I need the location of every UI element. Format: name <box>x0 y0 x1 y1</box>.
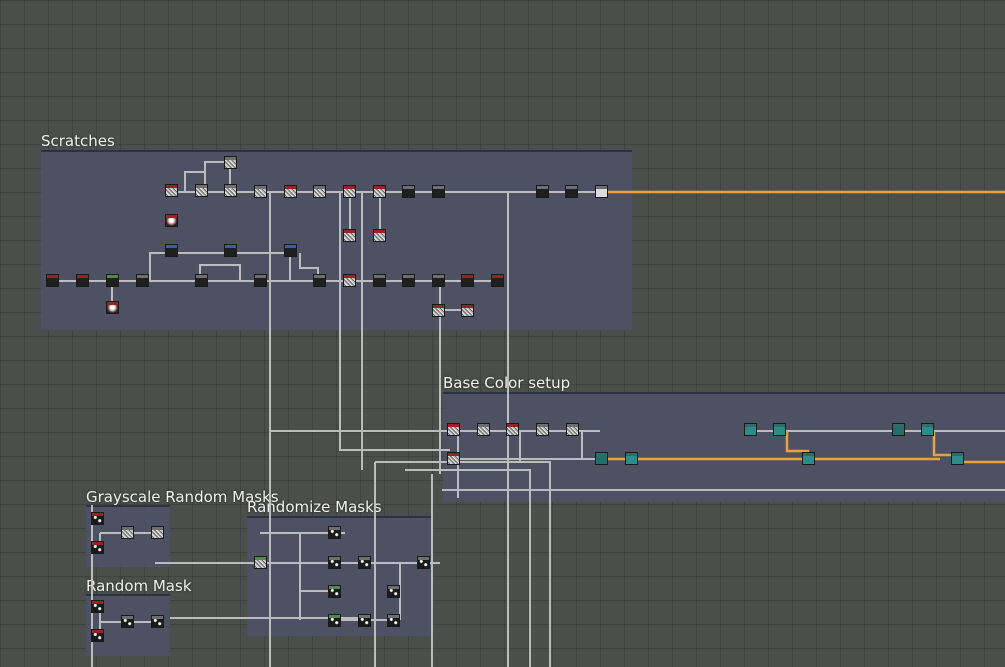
graph-node[interactable] <box>106 301 119 314</box>
graph-node[interactable] <box>121 526 134 539</box>
graph-node[interactable] <box>151 526 164 539</box>
graph-node[interactable] <box>165 214 178 227</box>
graph-node[interactable] <box>373 229 386 242</box>
graph-node[interactable] <box>121 615 134 628</box>
graph-node[interactable] <box>328 614 341 627</box>
graph-node-color[interactable] <box>921 423 934 436</box>
graph-node[interactable] <box>254 185 267 198</box>
frame-scratches[interactable] <box>41 150 632 330</box>
graph-node-output[interactable] <box>595 185 608 198</box>
graph-node[interactable] <box>284 185 297 198</box>
graph-node[interactable] <box>432 185 445 198</box>
graph-node[interactable] <box>46 274 59 287</box>
graph-node[interactable] <box>224 184 237 197</box>
graph-node[interactable] <box>536 423 549 436</box>
graph-node[interactable] <box>566 423 579 436</box>
graph-node[interactable] <box>358 614 371 627</box>
graph-node[interactable] <box>254 556 267 569</box>
graph-node[interactable] <box>343 274 356 287</box>
graph-node[interactable] <box>328 556 341 569</box>
graph-node[interactable] <box>506 423 519 436</box>
graph-node[interactable] <box>195 274 208 287</box>
graph-node[interactable] <box>151 615 164 628</box>
graph-node[interactable] <box>224 156 237 169</box>
graph-node[interactable] <box>402 274 415 287</box>
graph-node[interactable] <box>417 556 430 569</box>
graph-node[interactable] <box>328 526 341 539</box>
graph-node[interactable] <box>536 185 549 198</box>
graph-node[interactable] <box>432 274 445 287</box>
graph-node[interactable] <box>76 274 89 287</box>
graph-node[interactable] <box>91 600 104 613</box>
graph-node[interactable] <box>254 274 267 287</box>
graph-node-color[interactable] <box>625 452 638 465</box>
graph-node[interactable] <box>373 185 386 198</box>
graph-node[interactable] <box>136 274 149 287</box>
graph-node[interactable] <box>195 184 208 197</box>
graph-node[interactable] <box>358 556 371 569</box>
graph-node[interactable] <box>313 185 326 198</box>
graph-node[interactable] <box>447 452 460 465</box>
frame-title-base-color-setup[interactable]: Base Color setup <box>443 374 570 392</box>
graph-node-color[interactable] <box>951 452 964 465</box>
graph-node[interactable] <box>447 423 460 436</box>
frame-title-scratches[interactable]: Scratches <box>41 132 115 150</box>
graph-node[interactable] <box>91 629 104 642</box>
graph-node[interactable] <box>284 244 297 257</box>
graph-node[interactable] <box>224 244 237 257</box>
graph-node[interactable] <box>343 185 356 198</box>
frame-title-randomize-masks[interactable]: Randomize Masks <box>247 498 382 516</box>
frame-title-random-mask[interactable]: Random Mask <box>86 577 192 595</box>
graph-node[interactable] <box>343 229 356 242</box>
graph-node-color[interactable] <box>802 452 815 465</box>
graph-node[interactable] <box>565 185 578 198</box>
graph-node-color[interactable] <box>773 423 786 436</box>
graph-node[interactable] <box>165 244 178 257</box>
graph-node[interactable] <box>432 304 445 317</box>
graph-node-color[interactable] <box>892 423 905 436</box>
graph-node[interactable] <box>491 274 504 287</box>
graph-node[interactable] <box>387 585 400 598</box>
graph-node[interactable] <box>461 274 474 287</box>
graph-node[interactable] <box>373 274 386 287</box>
graph-node[interactable] <box>165 184 178 197</box>
graph-node-color[interactable] <box>595 452 608 465</box>
graph-node[interactable] <box>313 274 326 287</box>
graph-node[interactable] <box>91 541 104 554</box>
graph-node[interactable] <box>106 274 119 287</box>
graph-node[interactable] <box>461 304 474 317</box>
graph-node[interactable] <box>387 614 400 627</box>
graph-node[interactable] <box>402 185 415 198</box>
graph-node-color[interactable] <box>744 423 757 436</box>
graph-canvas[interactable]: Scratches Base Color setup Grayscale Ran… <box>0 0 1005 667</box>
graph-node[interactable] <box>91 512 104 525</box>
frame-base-color-setup[interactable] <box>443 392 1005 502</box>
graph-node[interactable] <box>328 585 341 598</box>
graph-node[interactable] <box>477 423 490 436</box>
